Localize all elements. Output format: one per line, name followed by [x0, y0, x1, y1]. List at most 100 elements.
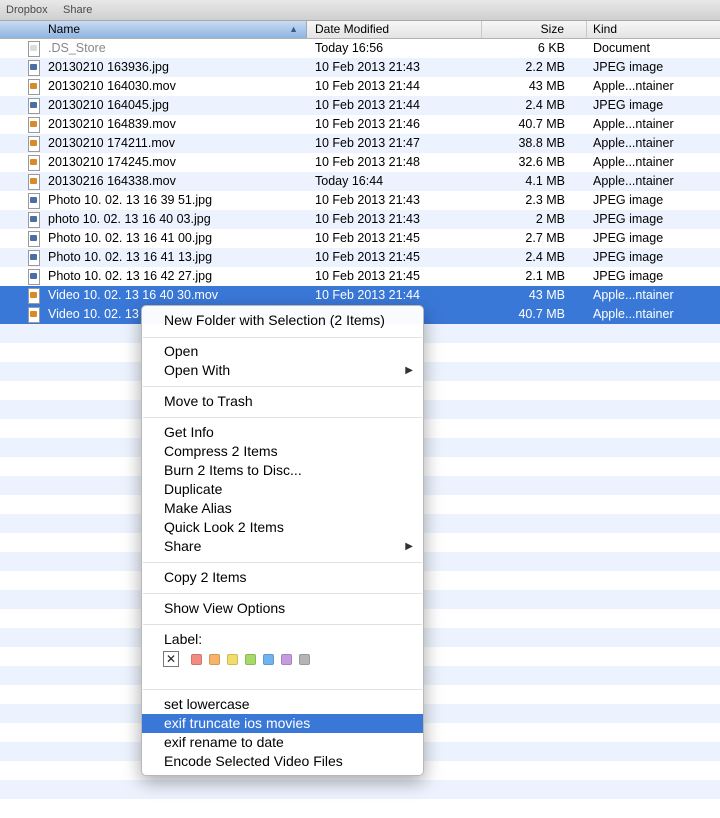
file-kind: JPEG image	[593, 231, 664, 245]
file-row[interactable]: Video 10. 02. 13 16 40 30.mov 10 Feb 2013…	[0, 286, 720, 305]
menu-item-exif-rename-to-date[interactable]: exif rename to date	[142, 733, 423, 752]
file-name: 20130210 163936.jpg	[48, 60, 169, 74]
file-row[interactable]: 20130210 174245.mov 10 Feb 2013 21:48 32.6…	[0, 153, 720, 172]
movie-icon	[28, 307, 40, 323]
image-icon	[28, 98, 40, 114]
image-icon	[28, 231, 40, 247]
menu-item-quick-look[interactable]: Quick Look 2 Items	[142, 518, 423, 537]
label-color-swatch[interactable]	[299, 654, 310, 665]
menu-separator	[143, 417, 422, 418]
file-size: 2.4 MB	[525, 250, 565, 264]
file-row[interactable]: Photo 10. 02. 13 16 42 27.jpg 10 Feb 2013…	[0, 267, 720, 286]
column-header: Name ▲ Date Modified Size Kind	[0, 21, 720, 39]
menu-item-label: exif rename to date	[164, 734, 284, 750]
file-size: 2.2 MB	[525, 60, 565, 74]
menu-item-compress[interactable]: Compress 2 Items	[142, 442, 423, 461]
file-name: photo 10. 02. 13 16 40 03.jpg	[48, 212, 211, 226]
file-kind: JPEG image	[593, 193, 664, 207]
file-row[interactable]: Photo 10. 02. 13 16 41 13.jpg 10 Feb 2013…	[0, 248, 720, 267]
menu-separator	[143, 624, 422, 625]
file-size: 32.6 MB	[518, 155, 565, 169]
column-header-size[interactable]: Size	[482, 21, 587, 38]
label-color-swatch[interactable]	[209, 654, 220, 665]
finder-toolbar: Dropbox Share	[0, 0, 720, 21]
file-date-modified: 10 Feb 2013 21:43	[315, 193, 420, 207]
file-name: 20130210 164030.mov	[48, 79, 176, 93]
menu-separator	[143, 337, 422, 338]
label-color-swatch[interactable]	[263, 654, 274, 665]
menu-item-label: Show View Options	[164, 600, 286, 616]
menu-item-exif-truncate-ios-movies[interactable]: exif truncate ios movies	[142, 714, 423, 733]
movie-icon	[28, 79, 40, 95]
file-row[interactable]: 20130210 163936.jpg 10 Feb 2013 21:43 2.2 …	[0, 58, 720, 77]
file-date-modified: 10 Feb 2013 21:46	[315, 117, 420, 131]
file-name: 20130216 164338.mov	[48, 174, 176, 188]
file-size: 2 MB	[535, 212, 565, 226]
file-date-modified: 10 Feb 2013 21:44	[315, 288, 420, 302]
menu-item-move-to-trash[interactable]: Move to Trash	[142, 392, 423, 411]
file-name: 20130210 174211.mov	[48, 136, 175, 150]
menu-item-show-view-options[interactable]: Show View Options	[142, 599, 423, 618]
file-date-modified: 10 Feb 2013 21:47	[315, 136, 420, 150]
movie-icon	[28, 117, 40, 133]
menu-item-label: Compress 2 Items	[164, 443, 278, 459]
file-name: Photo 10. 02. 13 16 39 51.jpg	[48, 193, 213, 207]
menu-item-burn-to-disc[interactable]: Burn 2 Items to Disc...	[142, 461, 423, 480]
file-row[interactable]: 20130210 164030.mov 10 Feb 2013 21:44 43 M…	[0, 77, 720, 96]
file-size: 2.1 MB	[525, 269, 565, 283]
share-button[interactable]: Share	[63, 4, 92, 16]
file-kind: Apple...ntainer	[593, 79, 674, 93]
menu-item-set-lowercase[interactable]: set lowercase	[142, 695, 423, 714]
label-none-icon[interactable]: ✕	[163, 651, 179, 667]
column-header-date[interactable]: Date Modified	[307, 21, 482, 38]
file-row[interactable]: .DS_Store Today 16:56 6 KB Document	[0, 39, 720, 58]
file-row[interactable]: photo 10. 02. 13 16 40 03.jpg 10 Feb 2013…	[0, 210, 720, 229]
file-name: 20130210 164839.mov	[48, 117, 176, 131]
file-kind: Apple...ntainer	[593, 136, 674, 150]
menu-item-label: Open With	[164, 362, 231, 378]
file-row[interactable]: 20130210 174211.mov 10 Feb 2013 21:47 38.8…	[0, 134, 720, 153]
menu-item-label: Copy 2 Items	[164, 569, 247, 585]
file-row[interactable]: 20130210 164045.jpg 10 Feb 2013 21:44 2.4 …	[0, 96, 720, 115]
label-color-swatch[interactable]	[227, 654, 238, 665]
label-color-picker: ✕	[163, 651, 323, 667]
menu-item-duplicate[interactable]: Duplicate	[142, 480, 423, 499]
file-name: .DS_Store	[48, 41, 106, 55]
file-size: 40.7 MB	[518, 307, 565, 321]
column-header-name[interactable]: Name ▲	[0, 21, 307, 38]
movie-icon	[28, 174, 40, 190]
label-color-swatch[interactable]	[245, 654, 256, 665]
movie-icon	[28, 155, 40, 171]
movie-icon	[28, 136, 40, 152]
menu-item-label: Open	[164, 343, 199, 359]
file-row[interactable]: 20130210 164839.mov 10 Feb 2013 21:46 40.7…	[0, 115, 720, 134]
context-menu: New Folder with Selection (2 Items) Open…	[141, 305, 424, 776]
label-color-swatch[interactable]	[191, 654, 202, 665]
label-color-swatch[interactable]	[281, 654, 292, 665]
document-icon	[28, 41, 40, 57]
file-date-modified: 10 Feb 2013 21:45	[315, 250, 420, 264]
menu-item-get-info[interactable]: Get Info	[142, 423, 423, 442]
file-date-modified: 10 Feb 2013 21:44	[315, 79, 420, 93]
menu-item-new-folder-with-selection[interactable]: New Folder with Selection (2 Items)	[142, 311, 423, 330]
column-header-kind[interactable]: Kind	[587, 21, 720, 38]
column-header-size-label: Size	[540, 22, 564, 36]
file-kind: Apple...ntainer	[593, 155, 674, 169]
menu-item-copy[interactable]: Copy 2 Items	[142, 568, 423, 587]
file-kind: Apple...ntainer	[593, 288, 674, 302]
submenu-arrow-icon: ▶	[405, 541, 413, 552]
menu-item-label: set lowercase	[164, 696, 250, 712]
menu-item-share[interactable]: Share ▶	[142, 537, 423, 556]
column-header-date-label: Date Modified	[315, 22, 390, 36]
file-row[interactable]: 20130216 164338.mov Today 16:44 4.1 MB Appl…	[0, 172, 720, 191]
dropbox-button[interactable]: Dropbox	[6, 4, 48, 16]
submenu-arrow-icon: ▶	[405, 365, 413, 376]
image-icon	[28, 250, 40, 266]
menu-item-make-alias[interactable]: Make Alias	[142, 499, 423, 518]
menu-item-encode-selected-video-files[interactable]: Encode Selected Video Files	[142, 752, 423, 771]
menu-item-open[interactable]: Open	[142, 342, 423, 361]
column-header-kind-label: Kind	[593, 22, 618, 36]
file-row[interactable]: Photo 10. 02. 13 16 39 51.jpg 10 Feb 2013…	[0, 191, 720, 210]
file-row[interactable]: Photo 10. 02. 13 16 41 00.jpg 10 Feb 2013…	[0, 229, 720, 248]
menu-item-open-with[interactable]: Open With ▶	[142, 361, 423, 380]
